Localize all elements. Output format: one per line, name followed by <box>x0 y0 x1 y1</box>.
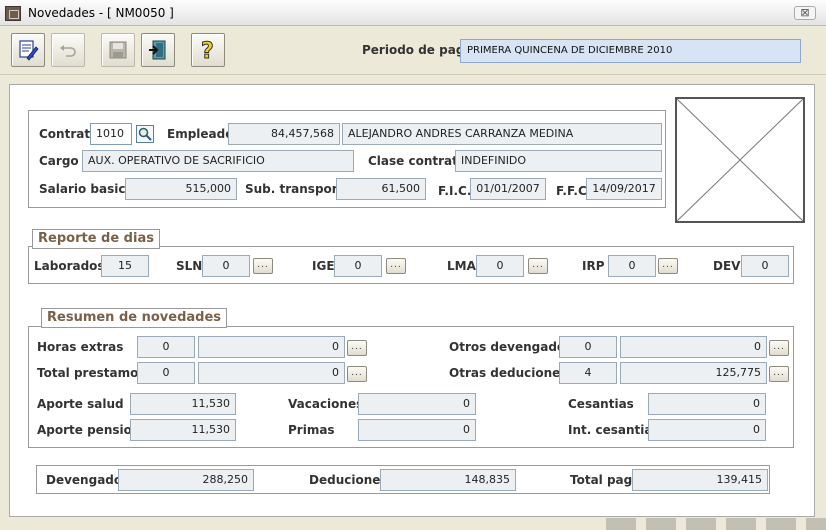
contrato-search-button[interactable] <box>136 125 154 143</box>
fic-label: F.I.C. <box>438 184 472 198</box>
int-cesantias-field: 0 <box>648 419 766 441</box>
undo-icon <box>60 45 76 57</box>
sln-details-button[interactable]: ... <box>253 258 273 274</box>
primas-label: Primas <box>288 423 335 437</box>
periodo-field[interactable]: PRIMERA QUINCENA DE DICIEMBRE 2010 <box>460 39 801 63</box>
lma-details-button[interactable]: ... <box>528 258 548 274</box>
horas-extras-details-button[interactable]: ... <box>347 340 367 356</box>
aporte-pension-field: 11,530 <box>130 419 236 441</box>
photo-placeholder-icon <box>677 99 803 221</box>
empleado-id-field: 84,457,568 <box>228 123 340 145</box>
empleado-name-field: ALEJANDRO ANDRES CARRANZA MEDINA <box>342 123 662 145</box>
devengados-label: Devengados <box>46 473 130 487</box>
laborados-field: 15 <box>101 255 149 277</box>
aporte-salud-label: Aporte salud <box>37 397 124 411</box>
contrato-input[interactable]: 1010 <box>90 123 132 145</box>
prestamos-label: Total prestamos <box>37 366 146 380</box>
prestamos-count: 0 <box>137 362 195 384</box>
horas-extras-label: Horas extras <box>37 340 124 354</box>
prestamos-details-button[interactable]: ... <box>347 366 367 382</box>
irp-details-button[interactable]: ... <box>658 258 678 274</box>
ige-field: 0 <box>334 255 382 277</box>
edit-button[interactable] <box>11 33 45 67</box>
undo-button[interactable] <box>51 33 85 67</box>
deduciones-label: Deduciones <box>309 473 388 487</box>
help-button[interactable]: ? <box>191 33 225 67</box>
devengados-field: 288,250 <box>118 469 254 491</box>
lma-label: LMA <box>447 259 476 273</box>
otras-deduciones-value: 125,775 <box>620 362 767 384</box>
horas-extras-value: 0 <box>198 336 345 358</box>
empleado-label: Empleado <box>167 127 234 141</box>
title-bar: Novedades - [ NM0050 ] ⊠ <box>0 0 826 26</box>
vacaciones-field: 0 <box>358 393 476 415</box>
otras-deduciones-details-button[interactable]: ... <box>769 366 789 382</box>
irp-label: IRP <box>582 259 605 273</box>
deduciones-field: 148,835 <box>380 469 516 491</box>
ffc-field: 14/09/2017 <box>586 178 662 200</box>
clase-contrato-field: INDEFINIDO <box>455 150 662 172</box>
subtransporte-field: 61,500 <box>336 178 426 200</box>
periodo-label: Periodo de pago <box>362 43 473 57</box>
lma-field: 0 <box>476 255 524 277</box>
cargo-label: Cargo <box>39 154 79 168</box>
background-taskbar-edge <box>606 518 826 530</box>
aporte-pension-label: Aporte pension <box>37 423 141 437</box>
resumen-title: Resumen de novedades <box>41 308 228 328</box>
otros-devengados-value: 0 <box>620 336 767 358</box>
save-button[interactable] <box>101 33 135 67</box>
close-button[interactable]: ⊠ <box>794 6 816 20</box>
ige-label: IGE <box>312 259 335 273</box>
irp-field: 0 <box>608 255 656 277</box>
reporte-title: Reporte de dias <box>32 229 160 249</box>
clase-contrato-label: Clase contrato <box>368 154 467 168</box>
sln-field: 0 <box>202 255 250 277</box>
window-title: Novedades - [ NM0050 ] <box>28 6 174 20</box>
help-question-icon: ? <box>201 39 215 63</box>
exit-door-icon <box>149 40 166 60</box>
otras-deduciones-label: Otras deduciones <box>449 366 568 380</box>
salario-field: 515,000 <box>125 178 237 200</box>
horas-extras-count: 0 <box>137 336 195 358</box>
ige-details-button[interactable]: ... <box>386 258 406 274</box>
cesantias-field: 0 <box>648 393 766 415</box>
int-cesantias-label: Int. cesantias <box>568 423 660 437</box>
otros-devengados-details-button[interactable]: ... <box>769 340 789 356</box>
exit-button[interactable] <box>141 33 175 67</box>
salario-label: Salario basico <box>39 182 134 196</box>
laborados-label: Laborados <box>34 259 105 273</box>
total-pago-field: 139,415 <box>632 469 768 491</box>
vacaciones-label: Vacaciones <box>288 397 364 411</box>
svg-text:?: ? <box>201 39 214 62</box>
toolbar: ? Periodo de pago PRIMERA QUINCENA DE DI… <box>0 27 826 75</box>
primas-field: 0 <box>358 419 476 441</box>
otras-deduciones-count: 4 <box>559 362 617 384</box>
total-pago-label: Total pago <box>570 473 641 487</box>
ffc-label: F.F.C <box>556 184 587 198</box>
prestamos-value: 0 <box>198 362 345 384</box>
sln-label: SLN <box>176 259 203 273</box>
dev-field: 0 <box>741 255 789 277</box>
dev-label: DEV <box>713 259 741 273</box>
aporte-salud-field: 11,530 <box>130 393 236 415</box>
search-icon <box>138 127 152 141</box>
cesantias-label: Cesantias <box>568 397 634 411</box>
edit-document-icon <box>19 40 39 61</box>
otros-devengados-label: Otros devengados <box>449 340 573 354</box>
otros-devengados-count: 0 <box>559 336 617 358</box>
floppy-disk-icon <box>109 41 127 59</box>
cargo-field: AUX. OPERATIVO DE SACRIFICIO <box>82 150 354 172</box>
main-panel: Contrato 1010 Empleado 84,457,568 ALEJAN… <box>9 84 815 517</box>
fic-field: 01/01/2007 <box>470 178 546 200</box>
employee-photo <box>675 97 805 223</box>
app-icon <box>5 6 21 21</box>
